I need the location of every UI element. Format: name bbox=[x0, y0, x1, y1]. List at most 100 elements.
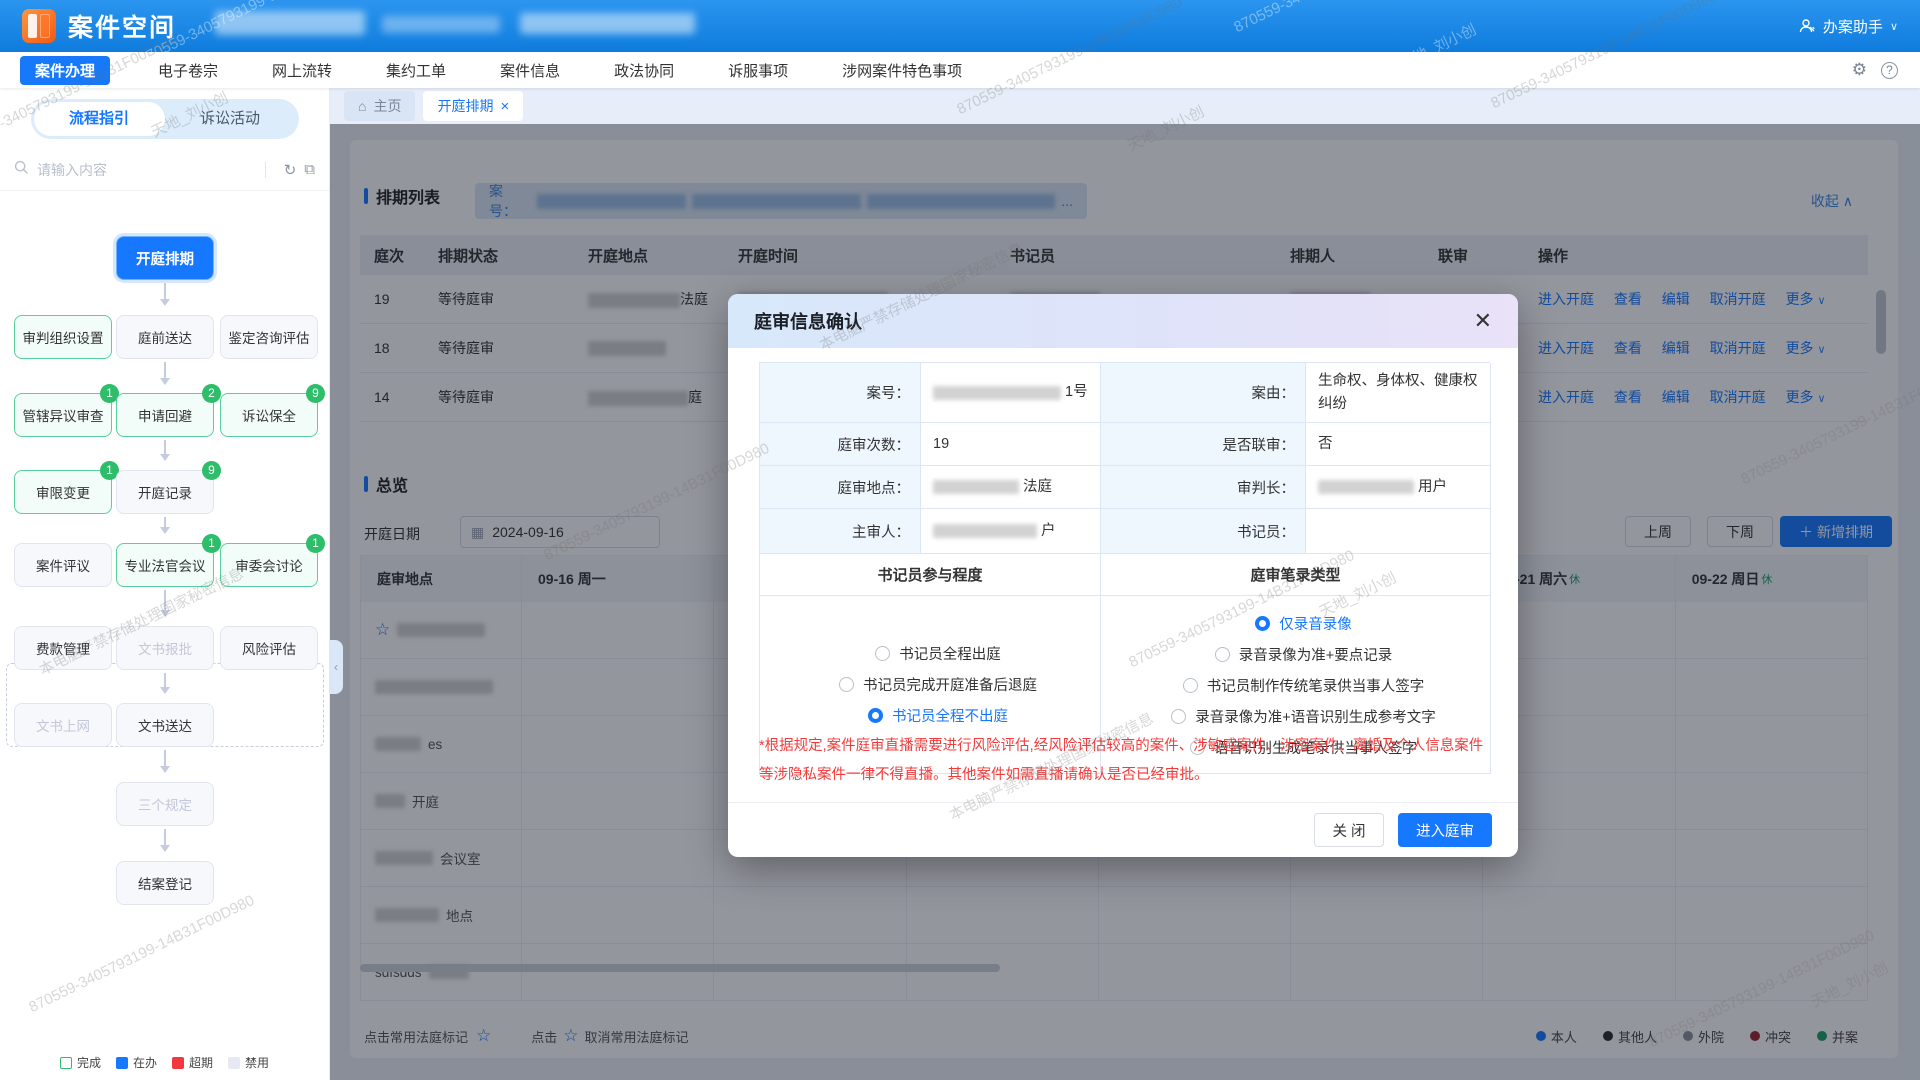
presiding-judge-label: 主审人： bbox=[760, 509, 921, 554]
badge-count: 9 bbox=[306, 384, 325, 403]
chevron-down-icon: ∨ bbox=[1890, 20, 1898, 33]
radio-option[interactable]: 书记员全程出庭 bbox=[875, 643, 1001, 664]
main-nav: 案件办理 电子卷宗 网上流转 集约工单 案件信息 政法协同 诉服事项 涉网案件特… bbox=[0, 52, 1920, 88]
search-placeholder: 请输入内容 bbox=[37, 160, 255, 180]
flow-node-committee-discussion[interactable]: 审委会讨论 1 bbox=[220, 543, 318, 587]
hearing-info-table: 案号： 1号 案由： 生命权、身体权、健康权纠纷 庭审次数： 19 是否联审： … bbox=[759, 362, 1490, 774]
toggle-litigation-activity[interactable]: 诉讼活动 bbox=[165, 102, 296, 136]
flow-node-three-rules[interactable]: 三个规定 bbox=[116, 782, 214, 826]
flow-node-document-approval[interactable]: 文书报批 bbox=[116, 626, 214, 670]
radio-icon bbox=[839, 677, 854, 692]
nav-tab-e-dossier[interactable]: 电子卷宗 bbox=[158, 60, 218, 81]
joint-trial-label: 是否联审： bbox=[1101, 423, 1306, 466]
radio-option[interactable]: 书记员完成开庭准备后退庭 bbox=[839, 674, 1037, 695]
flow-node-preservation[interactable]: 诉讼保全 9 bbox=[220, 393, 318, 437]
radio-option-selected[interactable]: 仅录音录像 bbox=[1255, 613, 1352, 634]
flow-node-hearing-schedule[interactable]: 开庭排期 bbox=[116, 236, 214, 280]
nav-tab-case-handling[interactable]: 案件办理 bbox=[20, 56, 110, 85]
session-count-value: 19 bbox=[921, 423, 1101, 466]
redacted-text bbox=[520, 13, 695, 34]
radio-option[interactable]: 录音录像为准+语音识别生成参考文字 bbox=[1171, 706, 1435, 727]
flow-node-document-online[interactable]: 文书上网 bbox=[14, 703, 112, 747]
radio-icon bbox=[868, 708, 883, 723]
flow-arrow bbox=[164, 440, 166, 460]
radio-option[interactable]: 书记员制作传统笔录供当事人签字 bbox=[1183, 675, 1425, 696]
flow-node-trial-org[interactable]: 审判组织设置 bbox=[14, 315, 112, 359]
flow-node-deadline-change[interactable]: 审限变更 1 bbox=[14, 470, 112, 514]
app-window: 案件空间 办案助手 ∨ 案件办理 电子卷宗 网上流转 集约工单 案件信息 政法协… bbox=[0, 0, 1920, 1080]
joint-trial-value: 否 bbox=[1306, 423, 1491, 466]
top-header: 案件空间 办案助手 ∨ bbox=[0, 0, 1920, 52]
close-icon[interactable]: ✕ bbox=[1474, 310, 1492, 332]
nav-tab-work-orders[interactable]: 集约工单 bbox=[386, 60, 446, 81]
nav-tab-case-info[interactable]: 案件信息 bbox=[500, 60, 560, 81]
redacted-text bbox=[933, 480, 1019, 494]
radio-icon bbox=[1171, 709, 1186, 724]
sidebar: 流程指引 诉讼活动 请输入内容 ↻ ⧉ 开庭排期 审判组织设置 庭前送达 鉴定咨… bbox=[0, 88, 330, 1080]
close-button[interactable]: 关 闭 bbox=[1314, 813, 1384, 847]
layers-icon[interactable]: ⧉ bbox=[304, 161, 315, 178]
dialog-footer: 关 闭 进入庭审 bbox=[728, 802, 1518, 857]
nav-tab-online-transfer[interactable]: 网上流转 bbox=[272, 60, 332, 81]
help-icon[interactable]: ? bbox=[1881, 62, 1898, 79]
cause-label: 案由： bbox=[1101, 363, 1306, 423]
record-type-column-header: 庭审笔录类型 bbox=[1101, 554, 1491, 596]
legend-done-swatch bbox=[60, 1057, 72, 1069]
badge-count: 9 bbox=[202, 461, 221, 480]
tab-hearing-schedule[interactable]: 开庭排期 × bbox=[423, 91, 523, 121]
flow-node-jurisdiction-review[interactable]: 管辖异议审查 1 bbox=[14, 393, 112, 437]
flow-node-document-service[interactable]: 文书送达 bbox=[116, 703, 214, 747]
flow-arrow bbox=[164, 590, 166, 616]
process-flowchart: 开庭排期 审判组织设置 庭前送达 鉴定咨询评估 管辖异议审查 1 申请回避 2 … bbox=[0, 236, 329, 1044]
nav-tab-internet-case[interactable]: 涉网案件特色事项 bbox=[842, 60, 962, 81]
flow-node-pretrial-service[interactable]: 庭前送达 bbox=[116, 315, 214, 359]
presiding-judge-value: 户 bbox=[921, 509, 1101, 554]
location-value: 法庭 bbox=[921, 466, 1101, 509]
assistant-person-icon bbox=[1799, 18, 1816, 35]
sidebar-search[interactable]: 请输入内容 ↻ ⧉ bbox=[0, 149, 329, 191]
flow-status-legend: 完成 在办 超期 禁用 bbox=[0, 1054, 329, 1071]
flow-node-appraisal-consult[interactable]: 鉴定咨询评估 bbox=[220, 315, 318, 359]
flow-node-fee-management[interactable]: 费款管理 bbox=[14, 626, 112, 670]
redacted-text bbox=[1318, 480, 1414, 494]
flow-arrow bbox=[164, 283, 166, 305]
flow-node-case-review[interactable]: 案件评议 bbox=[14, 543, 112, 587]
session-count-label: 庭审次数： bbox=[760, 423, 921, 466]
home-icon: ⌂ bbox=[358, 98, 366, 114]
badge-count: 1 bbox=[202, 534, 221, 553]
toggle-process-guide[interactable]: 流程指引 bbox=[34, 102, 165, 136]
hearing-confirm-dialog: 庭审信息确认 ✕ 案号： 1号 案由： 生命权、身体权、健康权纠纷 庭审次数： … bbox=[728, 294, 1518, 857]
radio-icon bbox=[875, 646, 890, 661]
assistant-label: 办案助手 bbox=[1823, 16, 1883, 37]
location-label: 庭审地点： bbox=[760, 466, 921, 509]
radio-option[interactable]: 录音录像为准+要点记录 bbox=[1215, 644, 1392, 665]
flow-node-hearing-record[interactable]: 开庭记录 9 bbox=[116, 470, 214, 514]
participation-column-header: 书记员参与程度 bbox=[760, 554, 1101, 596]
legend-disabled-swatch bbox=[228, 1057, 240, 1069]
divider bbox=[265, 162, 266, 178]
enter-hearing-button[interactable]: 进入庭审 bbox=[1398, 813, 1492, 847]
tab-home[interactable]: ⌂ 主页 bbox=[344, 91, 415, 121]
legend-overdue-swatch bbox=[172, 1057, 184, 1069]
legend-doing-swatch bbox=[116, 1057, 128, 1069]
nav-tab-litigation-service[interactable]: 诉服事项 bbox=[728, 60, 788, 81]
sidebar-collapse-handle[interactable]: ‹ bbox=[329, 640, 343, 694]
flow-node-risk-assessment[interactable]: 风险评估 bbox=[220, 626, 318, 670]
flow-node-judges-meeting[interactable]: 专业法官会议 1 bbox=[116, 543, 214, 587]
dialog-header: 庭审信息确认 ✕ bbox=[728, 294, 1518, 348]
nav-tab-political-legal[interactable]: 政法协同 bbox=[614, 60, 674, 81]
refresh-icon[interactable]: ↻ bbox=[284, 161, 297, 179]
radio-icon bbox=[1255, 616, 1270, 631]
radio-icon bbox=[1215, 647, 1230, 662]
radio-icon bbox=[1183, 678, 1198, 693]
search-icon bbox=[14, 160, 29, 180]
redacted-text bbox=[215, 11, 365, 35]
redacted-text bbox=[382, 16, 500, 33]
radio-option-selected[interactable]: 书记员全程不出庭 bbox=[868, 705, 1008, 726]
flow-arrow bbox=[164, 829, 166, 851]
flow-node-case-closing[interactable]: 结案登记 bbox=[116, 861, 214, 905]
close-icon[interactable]: × bbox=[500, 98, 509, 115]
gear-icon[interactable]: ⚙ bbox=[1852, 60, 1867, 80]
case-assistant-button[interactable]: 办案助手 ∨ bbox=[1799, 16, 1898, 37]
flow-node-recusal-request[interactable]: 申请回避 2 bbox=[116, 393, 214, 437]
